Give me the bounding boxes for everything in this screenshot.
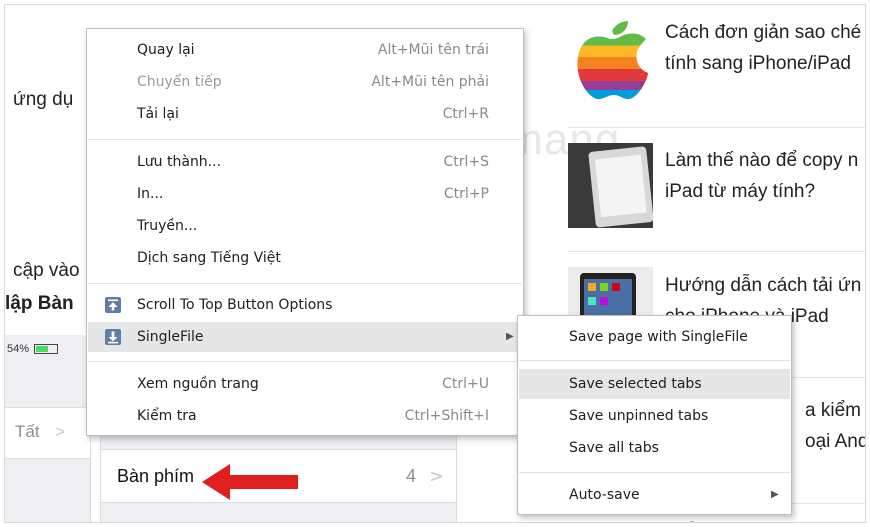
submenu-item-label: Save selected tabs xyxy=(569,376,702,392)
menu-separator xyxy=(519,360,790,361)
submenu-item-label: Save unpinned tabs xyxy=(569,408,709,424)
context-menu: Quay lại Alt+Mũi tên trái Chuyển tiếp Al… xyxy=(86,28,524,436)
article-2-line1: Làm thế nào để copy n xyxy=(665,150,859,171)
keyboard-row-label: Bàn phím xyxy=(117,466,195,486)
battery-percent: 54% xyxy=(7,343,30,355)
menu-item-shortcut: Alt+Mũi tên phải xyxy=(371,74,489,90)
menu-item-reload[interactable]: Tải lại Ctrl+R xyxy=(87,99,523,129)
submenu-item-save-all-tabs[interactable]: Save all tabs xyxy=(518,433,791,463)
battery-icon xyxy=(34,344,59,355)
menu-item-shortcut: Ctrl+Shift+I xyxy=(404,408,489,424)
menu-item-forward[interactable]: Chuyển tiếp Alt+Mũi tên phải xyxy=(87,67,523,97)
submenu-item-label: Save all tabs xyxy=(569,440,659,456)
singlefile-submenu: Save page with SingleFile Save selected … xyxy=(517,315,792,515)
menu-item-label: SingleFile xyxy=(137,329,204,345)
menu-separator xyxy=(88,283,522,284)
menu-separator xyxy=(88,361,522,362)
article-title-1[interactable]: Cách đơn giản sao ché tính sang iPhone/i… xyxy=(665,17,861,79)
phone-row-label: Tất xyxy=(15,422,40,441)
article-4-line1: a kiểm tra xyxy=(805,400,865,421)
menu-item-save-as[interactable]: Lưu thành... Ctrl+S xyxy=(87,147,523,177)
menu-item-label: Kiểm tra xyxy=(137,408,197,424)
menu-item-label: Lưu thành... xyxy=(137,154,222,170)
phone-status-bar: 54% xyxy=(7,343,59,355)
article-1-line2: tính sang iPhone/iPad xyxy=(665,53,851,74)
singlefile-icon xyxy=(105,329,121,345)
bg-text-2: cập vào xyxy=(13,260,80,281)
menu-separator xyxy=(88,139,522,140)
article-separator xyxy=(568,251,865,252)
bg-text-1: ứng dụ xyxy=(13,89,74,110)
submenu-arrow-icon: ▶ xyxy=(506,331,514,342)
apple-logo-thumbnail[interactable] xyxy=(568,17,653,102)
menu-item-label: Scroll To Top Button Options xyxy=(137,297,333,313)
menu-item-inspect[interactable]: Kiểm tra Ctrl+Shift+I xyxy=(87,401,523,431)
article-title-5[interactable]: Pl ả i th G il đã xyxy=(665,515,789,522)
menu-item-shortcut: Alt+Mũi tên trái xyxy=(377,42,489,58)
menu-item-print[interactable]: In... Ctrl+P xyxy=(87,179,523,209)
article-title-4[interactable]: a kiểm tra oại Andr xyxy=(805,395,865,457)
menu-separator xyxy=(519,472,790,473)
menu-item-shortcut: Ctrl+U xyxy=(442,376,489,392)
article-2-line2: iPad từ máy tính? xyxy=(665,181,816,202)
article-3-line1: Hướng dẫn cách tải ứn xyxy=(665,275,862,296)
submenu-item-save-unpinned-tabs[interactable]: Save unpinned tabs xyxy=(518,401,791,431)
menu-item-shortcut: Ctrl+P xyxy=(443,186,489,202)
menu-item-view-source[interactable]: Xem nguồn trang Ctrl+U xyxy=(87,369,523,399)
article-title-2[interactable]: Làm thế nào để copy n iPad từ máy tính? xyxy=(665,145,858,207)
menu-item-label: In... xyxy=(137,186,164,202)
submenu-item-auto-save[interactable]: Auto-save ▶ xyxy=(518,480,791,510)
submenu-arrow-icon: ▶ xyxy=(771,489,779,500)
menu-item-label: Quay lại xyxy=(137,42,195,58)
menu-item-back[interactable]: Quay lại Alt+Mũi tên trái xyxy=(87,35,523,65)
article-4-line2: oại Andr xyxy=(805,431,865,452)
menu-item-label: Truyền... xyxy=(137,218,198,234)
menu-item-scroll-to-top-options[interactable]: Scroll To Top Button Options xyxy=(87,290,523,320)
menu-item-shortcut: Ctrl+S xyxy=(443,154,489,170)
submenu-item-save-page[interactable]: Save page with SingleFile xyxy=(518,322,791,352)
menu-item-label: Xem nguồn trang xyxy=(137,376,259,392)
submenu-item-save-selected-tabs[interactable]: Save selected tabs xyxy=(519,369,790,399)
menu-item-label: Chuyển tiếp xyxy=(137,74,222,90)
scroll-top-icon xyxy=(105,297,121,313)
chevron-right-icon: > xyxy=(55,422,65,441)
red-arrow-icon xyxy=(202,464,298,500)
menu-item-cast[interactable]: Truyền... xyxy=(87,211,523,241)
menu-item-singlefile[interactable]: SingleFile ▶ xyxy=(88,322,522,352)
bg-text-3: lập Bàn xyxy=(5,293,74,314)
phone-settings-row: Tất > xyxy=(5,407,90,459)
menu-item-shortcut: Ctrl+R xyxy=(442,106,489,122)
menu-item-label: Dịch sang Tiếng Việt xyxy=(137,250,281,266)
keyboard-count: 4 xyxy=(406,466,417,486)
chevron-right-icon: > xyxy=(429,466,445,487)
submenu-item-label: Auto-save xyxy=(569,487,640,503)
menu-item-translate[interactable]: Dịch sang Tiếng Việt xyxy=(87,243,523,273)
phone-screenshot: 54% Tất > xyxy=(5,335,91,522)
submenu-item-label: Save page with SingleFile xyxy=(569,329,748,345)
article-1-line1: Cách đơn giản sao ché xyxy=(665,22,862,43)
ipad-photo-thumbnail[interactable] xyxy=(568,143,653,228)
article-5-line1: Pl ả i th G il đã xyxy=(665,515,789,522)
article-separator xyxy=(568,127,865,128)
menu-item-label: Tải lại xyxy=(137,106,179,122)
